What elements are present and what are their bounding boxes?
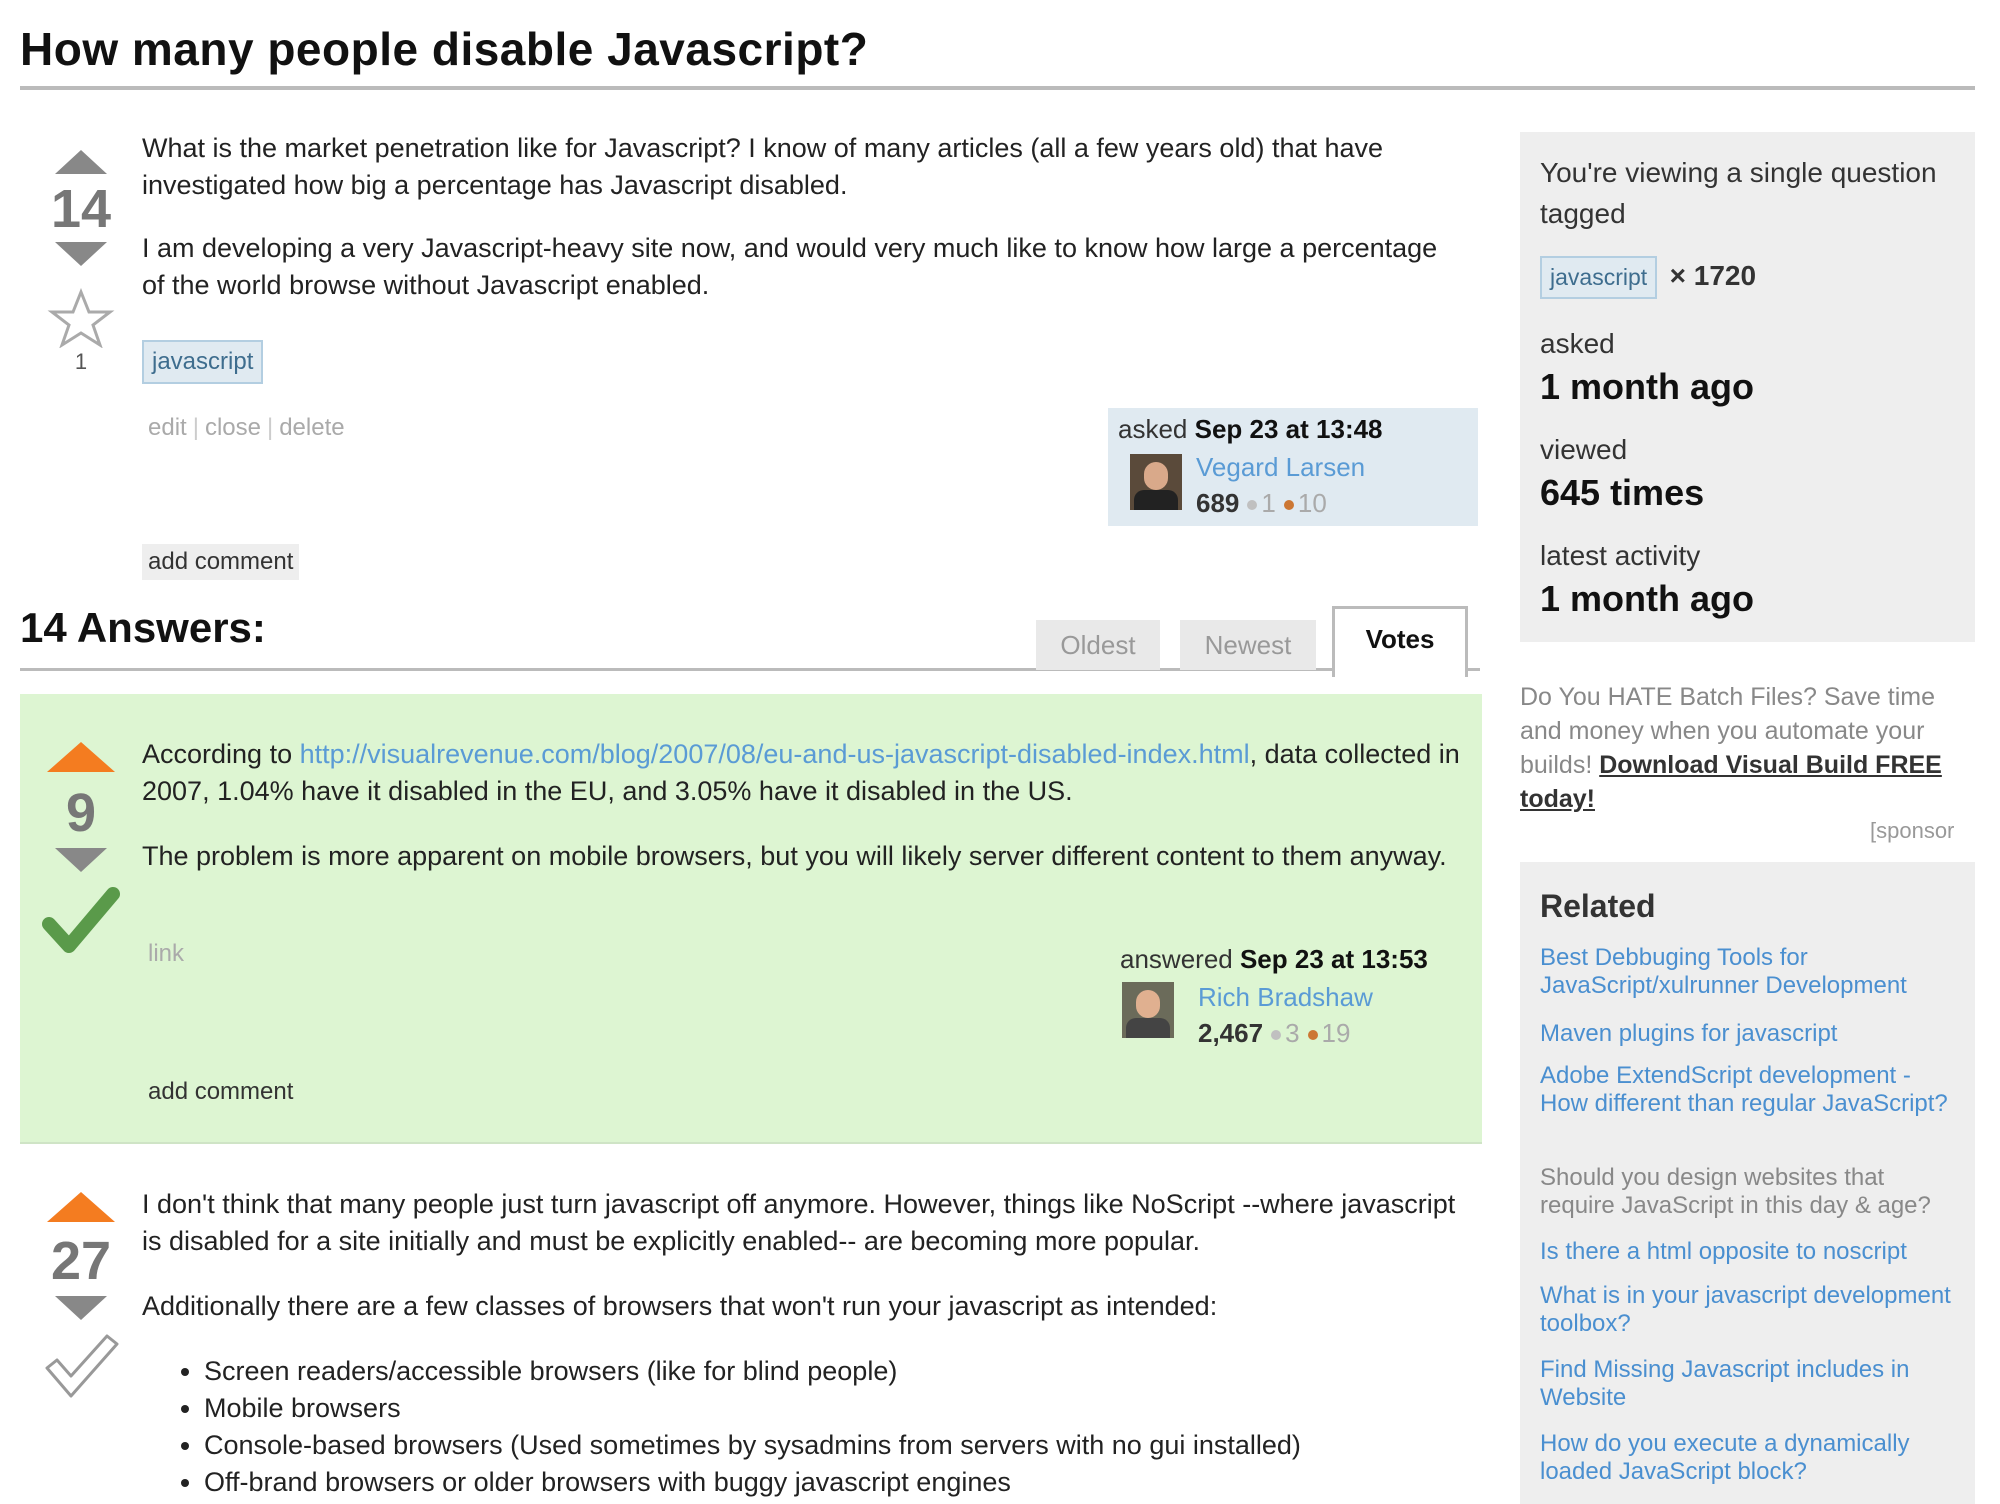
sponsor-ad: Do You HATE Batch Files? Save time and m… xyxy=(1520,680,1980,816)
add-comment-link[interactable]: add comment xyxy=(142,1074,299,1110)
answers-count-heading: 14 Answers: xyxy=(20,604,266,651)
answer2-vote-count: 27 xyxy=(50,1231,112,1291)
page-title[interactable]: How many people disable Javascript? xyxy=(20,22,868,76)
question-vote-box: 14 1 xyxy=(36,150,126,375)
answer1-vote-count: 9 xyxy=(65,783,97,843)
bronze-badge-count: 10 xyxy=(1297,488,1327,518)
user-avatar[interactable] xyxy=(1130,454,1182,510)
tab-newest[interactable]: Newest xyxy=(1180,620,1316,670)
sidebar-tag[interactable]: javascript xyxy=(1540,256,1658,299)
related-link[interactable]: Find Missing Javascript includes in Webs… xyxy=(1540,1356,1960,1412)
upvote-icon[interactable] xyxy=(55,150,107,174)
user-avatar[interactable] xyxy=(1122,982,1174,1038)
related-link[interactable]: How do you execute a dynamically loaded … xyxy=(1540,1430,1960,1486)
downvote-icon[interactable] xyxy=(55,848,107,872)
answered-label: answered xyxy=(1120,944,1233,974)
bronze-badge-icon xyxy=(1307,1030,1318,1040)
list-item: Mobile browsers xyxy=(204,1390,1472,1427)
list-item: Off-brand browsers or older browsers wit… xyxy=(204,1464,1472,1501)
answer2-body: I don't think that many people just turn… xyxy=(142,1186,1472,1501)
answer2-paragraph: I don't think that many people just turn… xyxy=(142,1189,1456,1256)
related-link[interactable]: Should you design websites that require … xyxy=(1540,1164,1960,1220)
downvote-icon[interactable] xyxy=(55,242,107,266)
activity-value: 1 month ago xyxy=(1540,578,1754,619)
question-tag[interactable]: javascript xyxy=(142,340,264,384)
list-item: Screen readers/accessible browsers (like… xyxy=(204,1353,1472,1390)
upvote-icon[interactable] xyxy=(47,742,115,772)
answer1-permalink[interactable]: link xyxy=(148,940,184,968)
user-reputation: 689 xyxy=(1196,488,1240,518)
viewing-tag-text: You're viewing a single question tagged xyxy=(1540,157,1937,229)
sponsor-label: [sponsor xyxy=(1870,818,1955,843)
silver-badge-count: 3 xyxy=(1285,1018,1300,1048)
user-name-link[interactable]: Rich Bradshaw xyxy=(1198,982,1373,1013)
question-owner-info: asked Sep 23 at 13:48 Vegard Larsen 689 1… xyxy=(1118,414,1478,518)
silver-badge-count: 1 xyxy=(1261,488,1276,518)
user-reputation: 2,467 xyxy=(1198,1018,1264,1048)
related-link[interactable]: Is there a html opposite to noscript xyxy=(1540,1238,1960,1266)
tab-votes[interactable]: Votes xyxy=(1332,606,1468,677)
edit-link[interactable]: edit xyxy=(148,414,187,441)
browser-list: Screen readers/accessible browsers (like… xyxy=(142,1353,1472,1501)
list-item: Console-based browsers (Used sometimes b… xyxy=(204,1427,1472,1464)
activity-label: latest activity xyxy=(1540,540,1701,571)
question-paragraph: I am developing a very Javascript-heavy … xyxy=(142,233,1438,300)
title-divider xyxy=(20,86,1975,90)
related-link[interactable]: Best Debbuging Tools for JavaScript/xulr… xyxy=(1540,944,1960,1000)
asked-date: Sep 23 at 13:48 xyxy=(1194,414,1383,444)
bronze-badge-count: 19 xyxy=(1321,1018,1351,1048)
favorite-count: 1 xyxy=(74,349,88,374)
question-vote-count: 14 xyxy=(50,179,112,239)
asked-value: 1 month ago xyxy=(1540,366,1754,407)
related-link[interactable]: Maven plugins for javascript xyxy=(1540,1020,1960,1048)
silver-badge-icon xyxy=(1271,1030,1282,1040)
answer1-owner-info: answered Sep 23 at 13:53 Rich Bradshaw 2… xyxy=(1120,944,1480,1048)
answer2-paragraph: Additionally there are a few classes of … xyxy=(142,1291,1218,1321)
silver-badge-icon xyxy=(1247,500,1258,510)
accepted-check-icon xyxy=(42,887,120,953)
related-link[interactable]: Adobe ExtendScript development - How dif… xyxy=(1540,1062,1960,1118)
question-body: What is the market penetration like for … xyxy=(142,130,1442,304)
asked-label: asked xyxy=(1118,414,1188,444)
viewed-label: viewed xyxy=(1540,434,1628,465)
menu-separator: | xyxy=(192,414,199,441)
post-menu: edit | close | delete xyxy=(148,414,345,442)
favorite-star-icon[interactable] xyxy=(46,287,116,349)
related-link[interactable]: What is in your javascript development t… xyxy=(1540,1282,1960,1338)
delete-link[interactable]: delete xyxy=(279,414,344,441)
tab-oldest[interactable]: Oldest xyxy=(1036,620,1160,670)
close-link[interactable]: close xyxy=(205,414,261,441)
answered-date: Sep 23 at 13:53 xyxy=(1239,944,1428,974)
answer1-paragraph: The problem is more apparent on mobile b… xyxy=(142,841,1447,871)
tag-count: × 1720 xyxy=(1669,260,1757,291)
answer1-vote-box: 9 xyxy=(36,742,126,963)
answer1-source-link[interactable]: http://visualrevenue.com/blog/2007/08/eu… xyxy=(300,739,1250,769)
accept-check-outline-icon[interactable] xyxy=(41,1332,121,1402)
question-paragraph: What is the market penetration like for … xyxy=(142,133,1384,200)
answer1-body: According to http://visualrevenue.com/bl… xyxy=(142,736,1462,875)
viewed-value: 645 times xyxy=(1540,472,1705,513)
menu-separator: | xyxy=(266,414,274,441)
asked-label: asked xyxy=(1540,328,1615,359)
related-heading: Related xyxy=(1540,888,1656,924)
answer1-text: According to xyxy=(142,739,300,769)
answer2-vote-box: 27 xyxy=(36,1192,126,1407)
downvote-icon[interactable] xyxy=(55,1296,107,1320)
bronze-badge-icon xyxy=(1283,500,1294,510)
upvote-icon[interactable] xyxy=(47,1192,115,1222)
add-comment-link[interactable]: add comment xyxy=(142,544,300,580)
user-name-link[interactable]: Vegard Larsen xyxy=(1196,452,1365,483)
